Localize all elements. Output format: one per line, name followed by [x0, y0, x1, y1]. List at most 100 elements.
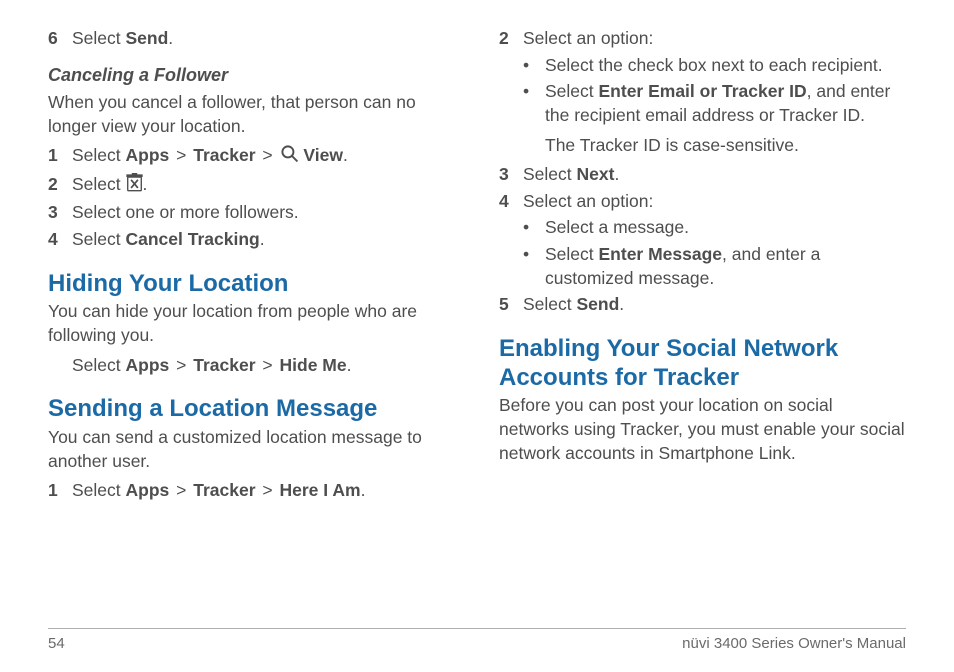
text: Select [72, 480, 126, 500]
step-text: Select Send. [72, 27, 455, 51]
option-select-message: • Select a message. [523, 216, 906, 240]
option-enter-message: • Select Enter Message, and enter a cust… [523, 243, 906, 290]
step-number: 2 [499, 27, 523, 51]
bold-enter-email: Enter Email or Tracker ID [599, 81, 807, 101]
hide-step: Select Apps > Tracker > Hide Me. [72, 354, 455, 378]
bold-here-i-am: Here I Am [280, 480, 361, 500]
bullet: • [523, 80, 545, 127]
bold-cancel-tracking: Cancel Tracking [126, 229, 260, 249]
step-number: 5 [499, 293, 523, 317]
step-text: Select Apps > Tracker > Here I Am. [72, 479, 455, 503]
page-number: 54 [48, 635, 65, 652]
sending-location-heading: Sending a Location Message [48, 395, 455, 424]
text: Select [545, 244, 599, 264]
step-number: 6 [48, 27, 72, 51]
text: . [168, 28, 173, 48]
step-text: Select Apps > Tracker > View. [72, 144, 455, 170]
manual-title: nüvi 3400 Series Owner's Manual [682, 635, 906, 652]
send-step-2: 2 Select an option: [499, 27, 906, 51]
step-number: 3 [499, 163, 523, 187]
send-step-3: 3 Select Next. [499, 163, 906, 187]
bullet: • [523, 54, 545, 78]
step-text: Select Cancel Tracking. [72, 228, 455, 252]
step-number: 4 [48, 228, 72, 252]
text: . [614, 164, 619, 184]
text: . [361, 480, 366, 500]
bold-enter-message: Enter Message [599, 244, 723, 264]
page-footer: 54 nüvi 3400 Series Owner's Manual [48, 628, 906, 652]
right-column: 2 Select an option: • Select the check b… [499, 24, 906, 602]
left-column: 6 Select Send. Canceling a Follower When… [48, 24, 455, 602]
breadcrumb-separator: > [176, 355, 186, 375]
text: Select [523, 164, 577, 184]
breadcrumb-separator: > [262, 355, 272, 375]
text: . [619, 294, 624, 314]
text: Select [72, 145, 126, 165]
send-step-5: 5 Select Send. [499, 293, 906, 317]
text: . [260, 229, 265, 249]
magnifier-icon [280, 144, 299, 170]
option-text: Select a message. [545, 216, 906, 240]
text: Select [545, 81, 599, 101]
cancel-step-3: 3 Select one or more followers. [48, 201, 455, 225]
option-text: Select the check box next to each recipi… [545, 54, 906, 78]
option-enter-email: • Select Enter Email or Tracker ID, and … [523, 80, 906, 127]
bold-apps: Apps [126, 145, 170, 165]
canceling-follower-heading: Canceling a Follower [48, 63, 455, 87]
step-text: Select one or more followers. [72, 201, 455, 225]
manual-page: 6 Select Send. Canceling a Follower When… [0, 0, 954, 672]
cancel-step-1: 1 Select Apps > Tracker > View. [48, 144, 455, 170]
text: . [347, 355, 352, 375]
social-network-intro: Before you can post your location on soc… [499, 394, 906, 465]
bold-tracker: Tracker [193, 355, 255, 375]
option-text: Select Enter Email or Tracker ID, and en… [545, 80, 906, 127]
hiding-location-heading: Hiding Your Location [48, 270, 455, 299]
bold-tracker: Tracker [193, 145, 255, 165]
trash-icon [126, 173, 143, 199]
bold-hide-me: Hide Me [280, 355, 347, 375]
step-text: Select Send. [523, 293, 906, 317]
cancel-step-4: 4 Select Cancel Tracking. [48, 228, 455, 252]
option-text: Select Enter Message, and enter a custom… [545, 243, 906, 290]
send-step-4: 4 Select an option: [499, 190, 906, 214]
hiding-location-intro: You can hide your location from people w… [48, 300, 455, 347]
sending-location-intro: You can send a customized location messa… [48, 426, 455, 473]
step-text: Select . [72, 173, 455, 199]
text: . [143, 174, 148, 194]
step-number: 1 [48, 144, 72, 170]
bold-view-label: View [303, 145, 343, 165]
breadcrumb-separator: > [262, 145, 272, 165]
breadcrumb-separator: > [262, 480, 272, 500]
step-6: 6 Select Send. [48, 27, 455, 51]
breadcrumb-separator: > [176, 145, 186, 165]
step-text: Select Next. [523, 163, 906, 187]
text: Select [72, 229, 126, 249]
step-number: 3 [48, 201, 72, 225]
bold-apps: Apps [126, 355, 170, 375]
social-network-heading: Enabling Your Social Network Accounts fo… [499, 335, 906, 393]
cancel-step-2: 2 Select . [48, 173, 455, 199]
text: Select [72, 355, 126, 375]
bold-tracker: Tracker [193, 480, 255, 500]
two-column-layout: 6 Select Send. Canceling a Follower When… [48, 24, 906, 602]
step-number: 4 [499, 190, 523, 214]
tracker-id-note: The Tracker ID is case-sensitive. [545, 134, 906, 158]
bold-send: Send [577, 294, 620, 314]
text: Select [523, 294, 577, 314]
text: Select [72, 174, 126, 194]
bold-send: Send [126, 28, 169, 48]
text: . [343, 145, 348, 165]
bold-apps: Apps [126, 480, 170, 500]
step-text: Select an option: [523, 27, 906, 51]
canceling-follower-intro: When you cancel a follower, that person … [48, 91, 455, 138]
text: Select [72, 28, 126, 48]
bullet: • [523, 243, 545, 290]
breadcrumb-separator: > [176, 480, 186, 500]
send-step-1: 1 Select Apps > Tracker > Here I Am. [48, 479, 455, 503]
option-checkbox: • Select the check box next to each reci… [523, 54, 906, 78]
bold-next: Next [577, 164, 615, 184]
step-number: 2 [48, 173, 72, 199]
step-text: Select an option: [523, 190, 906, 214]
step-number: 1 [48, 479, 72, 503]
bullet: • [523, 216, 545, 240]
